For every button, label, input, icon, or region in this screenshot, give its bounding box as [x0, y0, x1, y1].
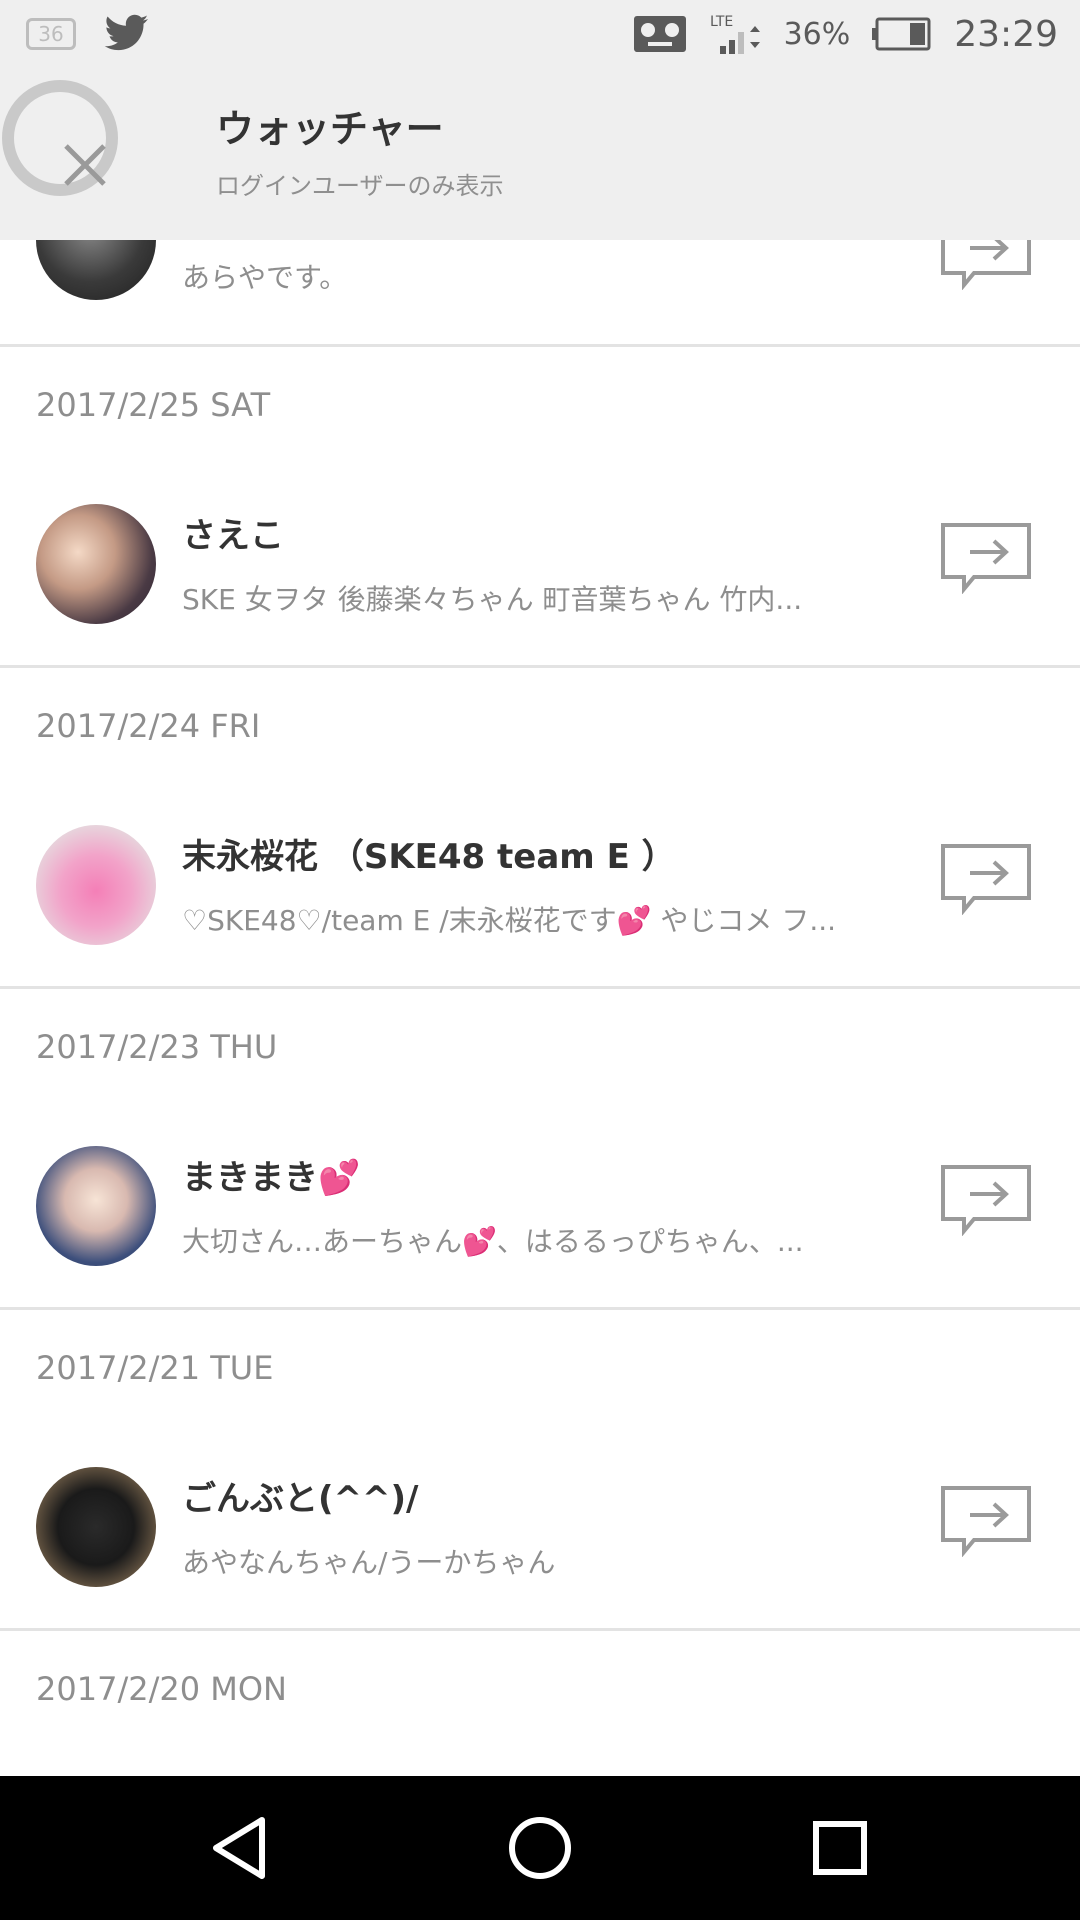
- user-name: さえこ: [182, 516, 284, 556]
- navigation-bar: [0, 1776, 1080, 1920]
- open-chat-icon[interactable]: [940, 522, 1032, 594]
- divider: [0, 1307, 1080, 1310]
- recents-icon[interactable]: [804, 1812, 876, 1884]
- user-name: 末永桜花 （SKE48 team E ）: [182, 837, 676, 877]
- list-item[interactable]: 末永桜花 （SKE48 team E ） ♡SKE48♡/team E /末永桜…: [0, 785, 1080, 965]
- avatar: [36, 1467, 156, 1587]
- user-bio: SKE 女ヲタ 後藤楽々ちゃん 町音葉ちゃん 竹内...: [182, 583, 803, 616]
- list-item[interactable]: まきまき💕 大切さん…あーちゃん💕、はるるっぴちゃん、...: [0, 1106, 1080, 1286]
- user-bio: あらやです。: [182, 261, 348, 294]
- avatar: [36, 1146, 156, 1266]
- user-bio: あやなんちゃん/うーかちゃん: [182, 1546, 556, 1579]
- notification-count: 36: [38, 22, 64, 46]
- watcher-header: ウォッチャー ログインユーザーのみ表示: [0, 72, 1080, 240]
- user-name: まきまき💕: [182, 1158, 361, 1198]
- voicemail-icon: [633, 16, 686, 52]
- twitter-icon: [104, 14, 148, 51]
- list-item[interactable]: あらやです。: [0, 240, 1080, 344]
- divider: [0, 665, 1080, 668]
- battery-icon: [872, 17, 931, 51]
- date-header: 2017/2/20 MON: [36, 1670, 287, 1708]
- user-bio: ♡SKE48♡/team E /末永桜花です💕 やじコメ フ...: [182, 904, 837, 937]
- list-item[interactable]: さえこ SKE 女ヲタ 後藤楽々ちゃん 町音葉ちゃん 竹内...: [0, 464, 1080, 644]
- divider: [0, 1628, 1080, 1631]
- list-item[interactable]: ごんぶと(^^)/ あやなんちゃん/うーかちゃん: [0, 1427, 1080, 1607]
- page-title: ウォッチャー: [216, 107, 444, 151]
- divider: [0, 344, 1080, 347]
- user-bio: 大切さん…あーちゃん💕、はるるっぴちゃん、...: [182, 1225, 804, 1258]
- home-icon[interactable]: [504, 1812, 576, 1884]
- open-chat-icon[interactable]: [940, 1164, 1032, 1236]
- close-icon[interactable]: [0, 78, 120, 198]
- open-chat-icon[interactable]: [940, 1485, 1032, 1557]
- date-header: 2017/2/24 FRI: [36, 707, 261, 745]
- page-subtitle: ログインユーザーのみ表示: [216, 172, 504, 200]
- status-bar: 36 LTE 36% 23:29: [0, 0, 1080, 72]
- back-icon[interactable]: [204, 1812, 276, 1884]
- user-name: ごんぶと(^^)/: [182, 1479, 419, 1519]
- battery-percent: 36%: [783, 16, 851, 52]
- date-header: 2017/2/23 THU: [36, 1028, 278, 1066]
- notification-badge-icon: 36: [26, 18, 76, 50]
- open-chat-icon[interactable]: [940, 240, 1032, 290]
- avatar: [36, 240, 156, 300]
- watcher-list: あらやです。 2017/2/25 SAT さえこ SKE 女ヲタ 後藤楽々ちゃん…: [0, 240, 1080, 1776]
- date-header: 2017/2/21 TUE: [36, 1349, 274, 1387]
- date-header: 2017/2/25 SAT: [36, 386, 271, 424]
- divider: [0, 986, 1080, 989]
- clock: 23:29: [954, 13, 1058, 55]
- lte-signal-icon: LTE: [710, 14, 760, 54]
- open-chat-icon[interactable]: [940, 843, 1032, 915]
- avatar: [36, 504, 156, 624]
- svg-text:LTE: LTE: [710, 14, 733, 30]
- avatar: [36, 825, 156, 945]
